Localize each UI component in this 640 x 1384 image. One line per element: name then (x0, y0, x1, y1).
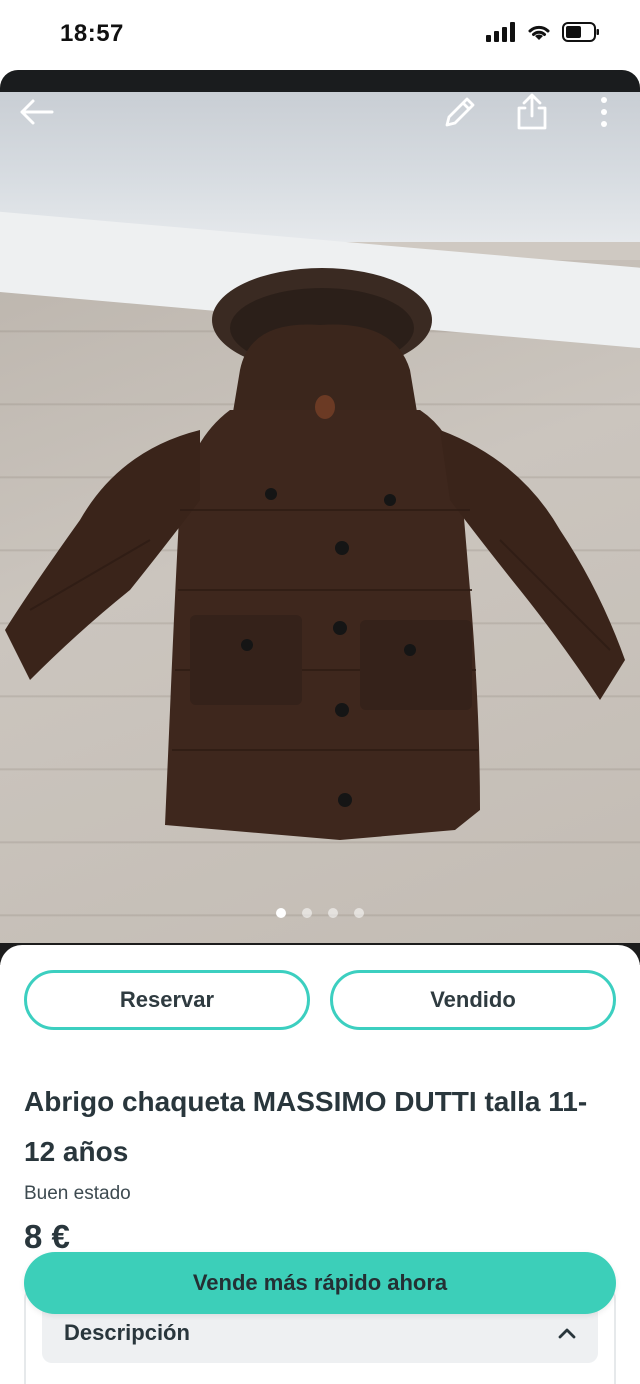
product-photo-carousel[interactable] (0, 70, 640, 965)
battery-icon (562, 22, 600, 47)
carousel-dot[interactable] (302, 908, 312, 918)
screen: 18:57 Reservar Vendido Abrigo chaqueta M… (0, 0, 640, 1384)
reserve-button[interactable]: Reservar (24, 970, 310, 1030)
listing-details-sheet: Reservar Vendido Abrigo chaqueta MASSIMO… (0, 945, 640, 1384)
status-bar: 18:57 (0, 0, 640, 70)
chevron-up-icon (558, 1328, 576, 1339)
listing-price: 8 € (24, 1218, 70, 1255)
mark-sold-button[interactable]: Vendido (330, 970, 616, 1030)
arrow-left-icon (20, 99, 54, 125)
edit-button[interactable] (440, 92, 480, 132)
carousel-dot[interactable] (354, 908, 364, 918)
more-options-button[interactable] (584, 92, 624, 132)
pencil-icon (445, 97, 475, 127)
more-vertical-icon (601, 97, 607, 127)
carousel-dot[interactable] (328, 908, 338, 918)
carousel-dot[interactable] (276, 908, 286, 918)
action-buttons: Reservar Vendido (24, 970, 616, 1030)
listing-condition: Buen estado (24, 1183, 131, 1204)
back-button[interactable] (16, 92, 56, 132)
status-icons (486, 22, 600, 47)
jacket-image (5, 268, 625, 840)
description-heading: Descripción (64, 1320, 190, 1345)
carousel-indicator (0, 908, 640, 918)
status-time: 18:57 (60, 20, 124, 47)
listing-title: Abrigo chaqueta MASSIMO DUTTI talla 11-1… (24, 1086, 588, 1167)
cellular-signal-icon (486, 22, 516, 47)
share-button[interactable] (512, 92, 552, 132)
share-icon (517, 93, 547, 130)
sell-faster-button[interactable]: Vende más rápido ahora (24, 1252, 616, 1314)
wifi-icon (526, 22, 552, 47)
